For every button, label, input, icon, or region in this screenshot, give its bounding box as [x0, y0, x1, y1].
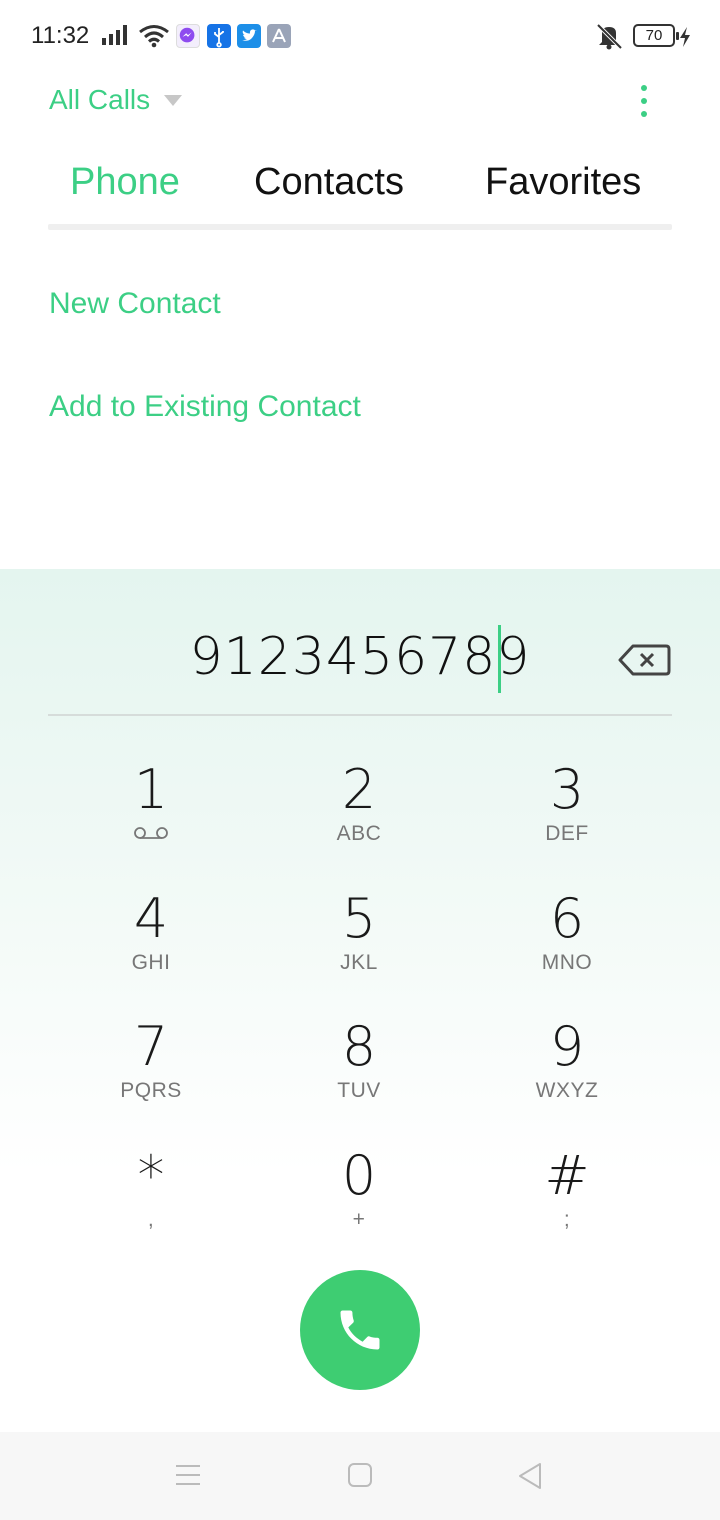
wifi-icon [139, 25, 169, 48]
messenger-icon [176, 24, 200, 48]
mute-icon [596, 23, 623, 50]
key-star[interactable]: * , [51, 1146, 251, 1256]
app-store-icon [267, 24, 291, 48]
back-icon[interactable] [517, 1462, 543, 1490]
all-calls-label: All Calls [49, 84, 151, 115]
signal-icon [102, 25, 127, 45]
call-button[interactable] [300, 1270, 420, 1390]
tab-divider [48, 224, 672, 230]
voicemail-icon [134, 827, 168, 839]
display-divider [48, 714, 672, 716]
status-bar: 11:32 70 [0, 0, 720, 72]
key-3[interactable]: 3 DEF [467, 760, 667, 870]
key-8[interactable]: 8 TUV [259, 1017, 459, 1127]
key-6[interactable]: 6 MNO [467, 889, 667, 999]
more-options-button[interactable] [630, 82, 658, 120]
status-time: 11:32 [31, 22, 90, 49]
key-2[interactable]: 2 ABC [259, 760, 459, 870]
dialed-number[interactable]: 9123456789 [0, 627, 720, 687]
add-to-existing-contact-link[interactable]: Add to Existing Contact [49, 390, 361, 424]
new-contact-link[interactable]: New Contact [49, 287, 221, 321]
key-5[interactable]: 5 JKL [259, 889, 459, 999]
phone-icon [340, 1310, 380, 1350]
system-nav-bar [0, 1432, 720, 1520]
usb-icon [207, 24, 231, 48]
text-cursor [498, 625, 501, 693]
key-9[interactable]: 9 WXYZ [467, 1017, 667, 1127]
tab-contacts[interactable]: Contacts [254, 161, 404, 204]
dialpad: 9123456789 1 2 ABC 3 DEF 4 GHI 5 JKL 6 M… [0, 569, 720, 1432]
key-hash[interactable]: # ; [467, 1146, 667, 1256]
more-vert-icon [641, 85, 647, 91]
charging-icon [680, 27, 690, 47]
battery-icon: 70 [633, 24, 679, 47]
all-calls-filter[interactable]: All Calls [49, 84, 183, 116]
recents-menu-icon[interactable] [175, 1462, 201, 1488]
key-4[interactable]: 4 GHI [51, 889, 251, 999]
key-1[interactable]: 1 [51, 760, 251, 870]
tab-phone[interactable]: Phone [70, 161, 180, 204]
backspace-button[interactable] [617, 643, 671, 677]
tab-favorites[interactable]: Favorites [485, 161, 641, 204]
home-icon[interactable] [347, 1462, 373, 1488]
twitter-icon [237, 24, 261, 48]
tab-bar: Phone Contacts Favorites [48, 155, 672, 231]
chevron-down-icon [164, 94, 183, 106]
key-7[interactable]: 7 PQRS [51, 1017, 251, 1127]
key-0[interactable]: 0 + [259, 1146, 459, 1256]
